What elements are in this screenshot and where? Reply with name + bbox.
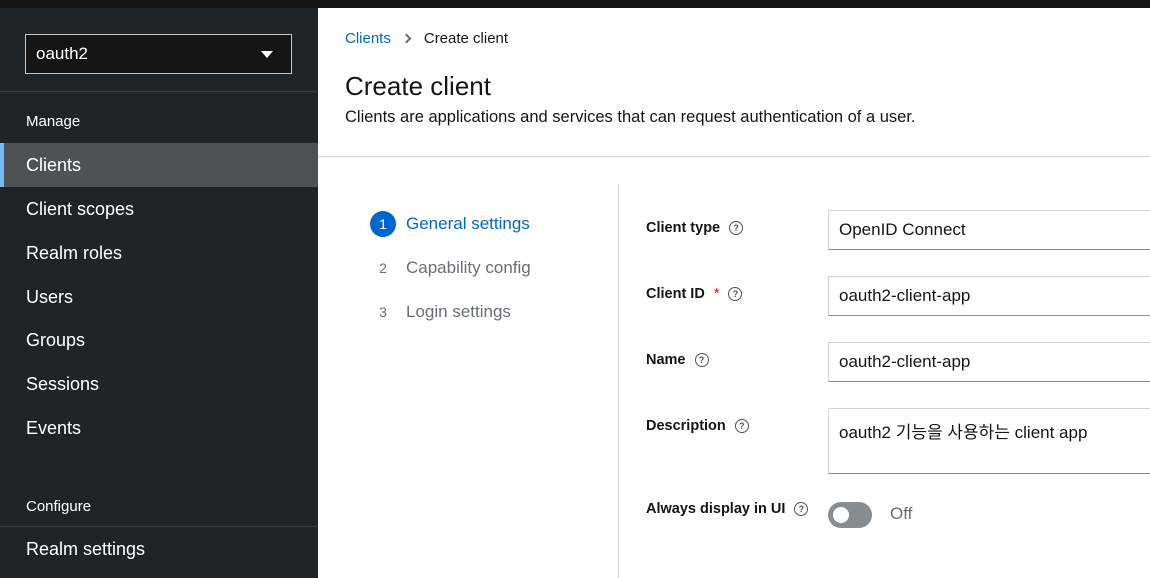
- sidebar-item-label: Clients: [26, 154, 82, 175]
- sidebar-item-groups[interactable]: Groups: [0, 318, 318, 362]
- sidebar-item-label: Events: [26, 417, 82, 438]
- page-description: Clients are applications and services th…: [345, 108, 916, 126]
- client-type-label-text: Client type: [646, 220, 721, 236]
- sidebar-divider: [0, 91, 318, 92]
- always-display-label: Always display in UI ?: [646, 501, 809, 517]
- wizard-steps: 1 General settings 2 Capability config 3…: [370, 210, 531, 342]
- sidebar-section-configure: Configure: [26, 498, 92, 515]
- toggle-knob: [833, 507, 849, 523]
- sidebar-item-realm-roles[interactable]: Realm roles: [0, 231, 318, 275]
- breadcrumb-clients-link[interactable]: Clients: [345, 30, 391, 47]
- required-asterisk: *: [713, 286, 720, 302]
- step-number-badge: 3: [379, 304, 387, 320]
- breadcrumb-current: Create client: [423, 30, 509, 47]
- sidebar-item-sessions[interactable]: Sessions: [0, 362, 318, 406]
- wizard-step-general-settings[interactable]: 1 General settings: [370, 210, 531, 238]
- sidebar: oauth2 Manage Clients Client scopes Real…: [0, 8, 318, 578]
- name-value: oauth2-client-app: [839, 352, 971, 371]
- caret-down-icon: [261, 50, 273, 58]
- realm-selector-value: oauth2: [36, 44, 88, 63]
- wizard-step-capability-config[interactable]: 2 Capability config: [370, 254, 531, 282]
- client-id-row: Client ID * ?: [646, 286, 743, 302]
- sidebar-item-client-scopes[interactable]: Client scopes: [0, 187, 318, 231]
- main-content: Clients Create client Create client Clie…: [318, 8, 1150, 578]
- step-label: Capability config: [406, 258, 531, 277]
- always-display-toggle[interactable]: [828, 502, 872, 528]
- sidebar-item-label: Client scopes: [26, 198, 135, 219]
- sidebar-item-events[interactable]: Events: [0, 406, 318, 450]
- breadcrumb: Clients Create client: [345, 30, 508, 47]
- always-display-label-text: Always display in UI: [646, 501, 786, 517]
- description-value: oauth2 기능을 사용하는 client app: [839, 423, 1088, 442]
- chevron-right-icon: [401, 33, 412, 44]
- name-label-text: Name: [646, 352, 686, 368]
- wizard-step-login-settings[interactable]: 3 Login settings: [370, 298, 531, 326]
- sidebar-item-realm-settings[interactable]: Realm settings: [0, 527, 318, 571]
- sidebar-item-label: Realm settings: [26, 538, 146, 559]
- sidebar-item-clients[interactable]: Clients: [0, 143, 318, 187]
- client-id-input[interactable]: oauth2-client-app: [828, 276, 1150, 316]
- description-row: Description ?: [646, 418, 749, 434]
- sidebar-item-label: Realm roles: [26, 242, 123, 263]
- help-icon[interactable]: ?: [694, 353, 709, 367]
- name-row: Name ?: [646, 352, 709, 368]
- client-type-label: Client type ?: [646, 220, 744, 236]
- client-type-value: OpenID Connect: [839, 220, 966, 239]
- name-label: Name ?: [646, 352, 709, 368]
- step-label: Login settings: [406, 302, 511, 321]
- client-id-label-text: Client ID: [646, 286, 705, 302]
- step-number-badge: 1: [370, 211, 396, 237]
- page-title: Create client: [345, 71, 491, 101]
- description-label: Description ?: [646, 418, 749, 434]
- sidebar-section-manage: Manage: [26, 113, 81, 130]
- client-id-value: oauth2-client-app: [839, 286, 971, 305]
- sidebar-item-label: Users: [26, 286, 74, 307]
- client-id-label: Client ID * ?: [646, 286, 743, 302]
- name-input[interactable]: oauth2-client-app: [828, 342, 1150, 382]
- help-icon[interactable]: ?: [734, 419, 749, 433]
- client-type-row: Client type ?: [646, 220, 744, 236]
- help-icon[interactable]: ?: [728, 287, 743, 301]
- sidebar-item-users[interactable]: Users: [0, 275, 318, 319]
- client-type-select[interactable]: OpenID Connect: [828, 210, 1150, 250]
- toggle-state-text: Off: [890, 504, 913, 523]
- always-display-row: Always display in UI ?: [646, 501, 809, 517]
- step-label: General settings: [406, 214, 530, 233]
- help-icon[interactable]: ?: [794, 502, 809, 516]
- wizard-divider: [618, 184, 619, 578]
- description-textarea[interactable]: oauth2 기능을 사용하는 client app: [828, 408, 1150, 474]
- description-label-text: Description: [646, 418, 726, 434]
- header-divider: [318, 156, 1150, 157]
- step-number-badge: 2: [379, 260, 387, 276]
- sidebar-item-label: Groups: [26, 329, 86, 350]
- sidebar-item-label: Sessions: [26, 373, 100, 394]
- help-icon[interactable]: ?: [729, 221, 744, 235]
- top-bar: [0, 0, 1150, 8]
- realm-selector[interactable]: oauth2: [25, 34, 292, 74]
